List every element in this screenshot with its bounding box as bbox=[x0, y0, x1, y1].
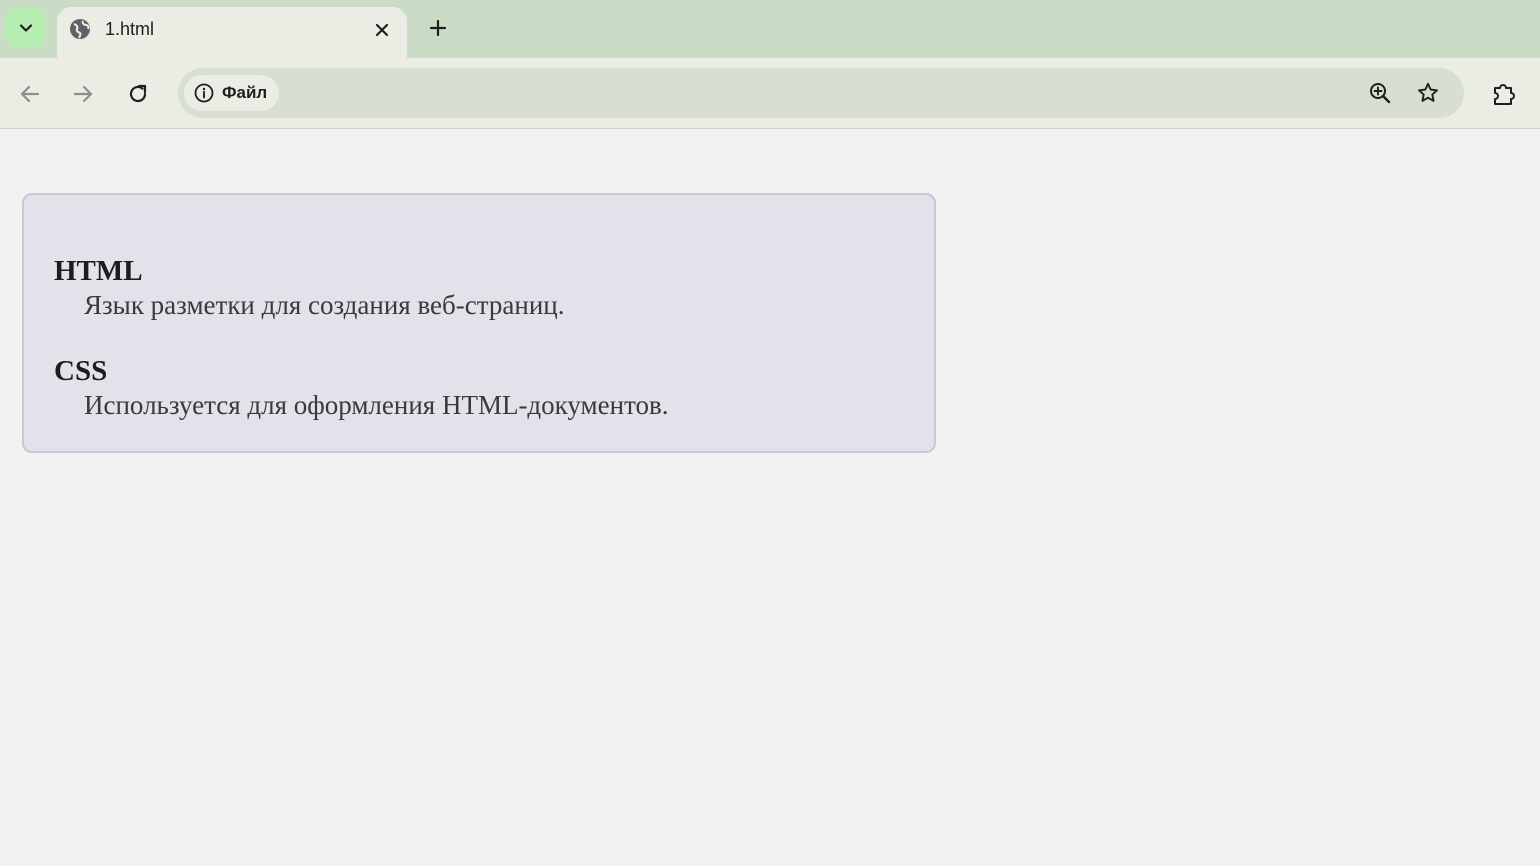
back-button[interactable] bbox=[14, 78, 46, 110]
plus-icon bbox=[429, 19, 447, 37]
close-tab-button[interactable] bbox=[371, 19, 393, 41]
puzzle-icon bbox=[1494, 84, 1515, 105]
tab-title: 1.html bbox=[105, 19, 155, 39]
bookmark-button[interactable] bbox=[1414, 79, 1442, 107]
info-icon bbox=[194, 83, 214, 103]
globe-icon bbox=[70, 19, 90, 39]
zoom-in-icon bbox=[1370, 83, 1391, 104]
page-viewport: HTML Язык разметки для создания веб-стра… bbox=[0, 129, 1540, 866]
close-icon bbox=[375, 23, 389, 37]
zoom-button[interactable] bbox=[1366, 79, 1394, 107]
site-chip-label: Файл bbox=[222, 83, 268, 102]
browser-window: 1.html Файл HTML Язык разметки для созда… bbox=[0, 0, 1540, 866]
site-info-chip[interactable]: Файл bbox=[184, 75, 280, 111]
new-tab-button[interactable] bbox=[424, 14, 452, 42]
extensions-button[interactable] bbox=[1488, 78, 1520, 110]
definition-description: Язык разметки для создания веб-страниц. bbox=[84, 290, 565, 320]
tab-active[interactable]: 1.html bbox=[57, 7, 407, 58]
chevron-down-icon bbox=[19, 24, 33, 32]
definitions-card: HTML Язык разметки для создания веб-стра… bbox=[22, 193, 936, 453]
reload-icon bbox=[129, 84, 147, 103]
reload-button[interactable] bbox=[122, 78, 154, 110]
address-bar[interactable]: Файл bbox=[178, 68, 1464, 118]
tab-strip: 1.html bbox=[0, 0, 1540, 58]
forward-button[interactable] bbox=[67, 78, 99, 110]
definition-term: CSS bbox=[54, 355, 108, 387]
definition-term: HTML bbox=[54, 255, 143, 287]
definition-description: Используется для оформления HTML-докумен… bbox=[84, 390, 669, 420]
tab-search-button[interactable] bbox=[6, 8, 46, 48]
toolbar: Файл bbox=[0, 58, 1540, 129]
arrow-right-icon bbox=[73, 85, 93, 103]
arrow-left-icon bbox=[20, 85, 40, 103]
star-icon bbox=[1418, 82, 1438, 102]
